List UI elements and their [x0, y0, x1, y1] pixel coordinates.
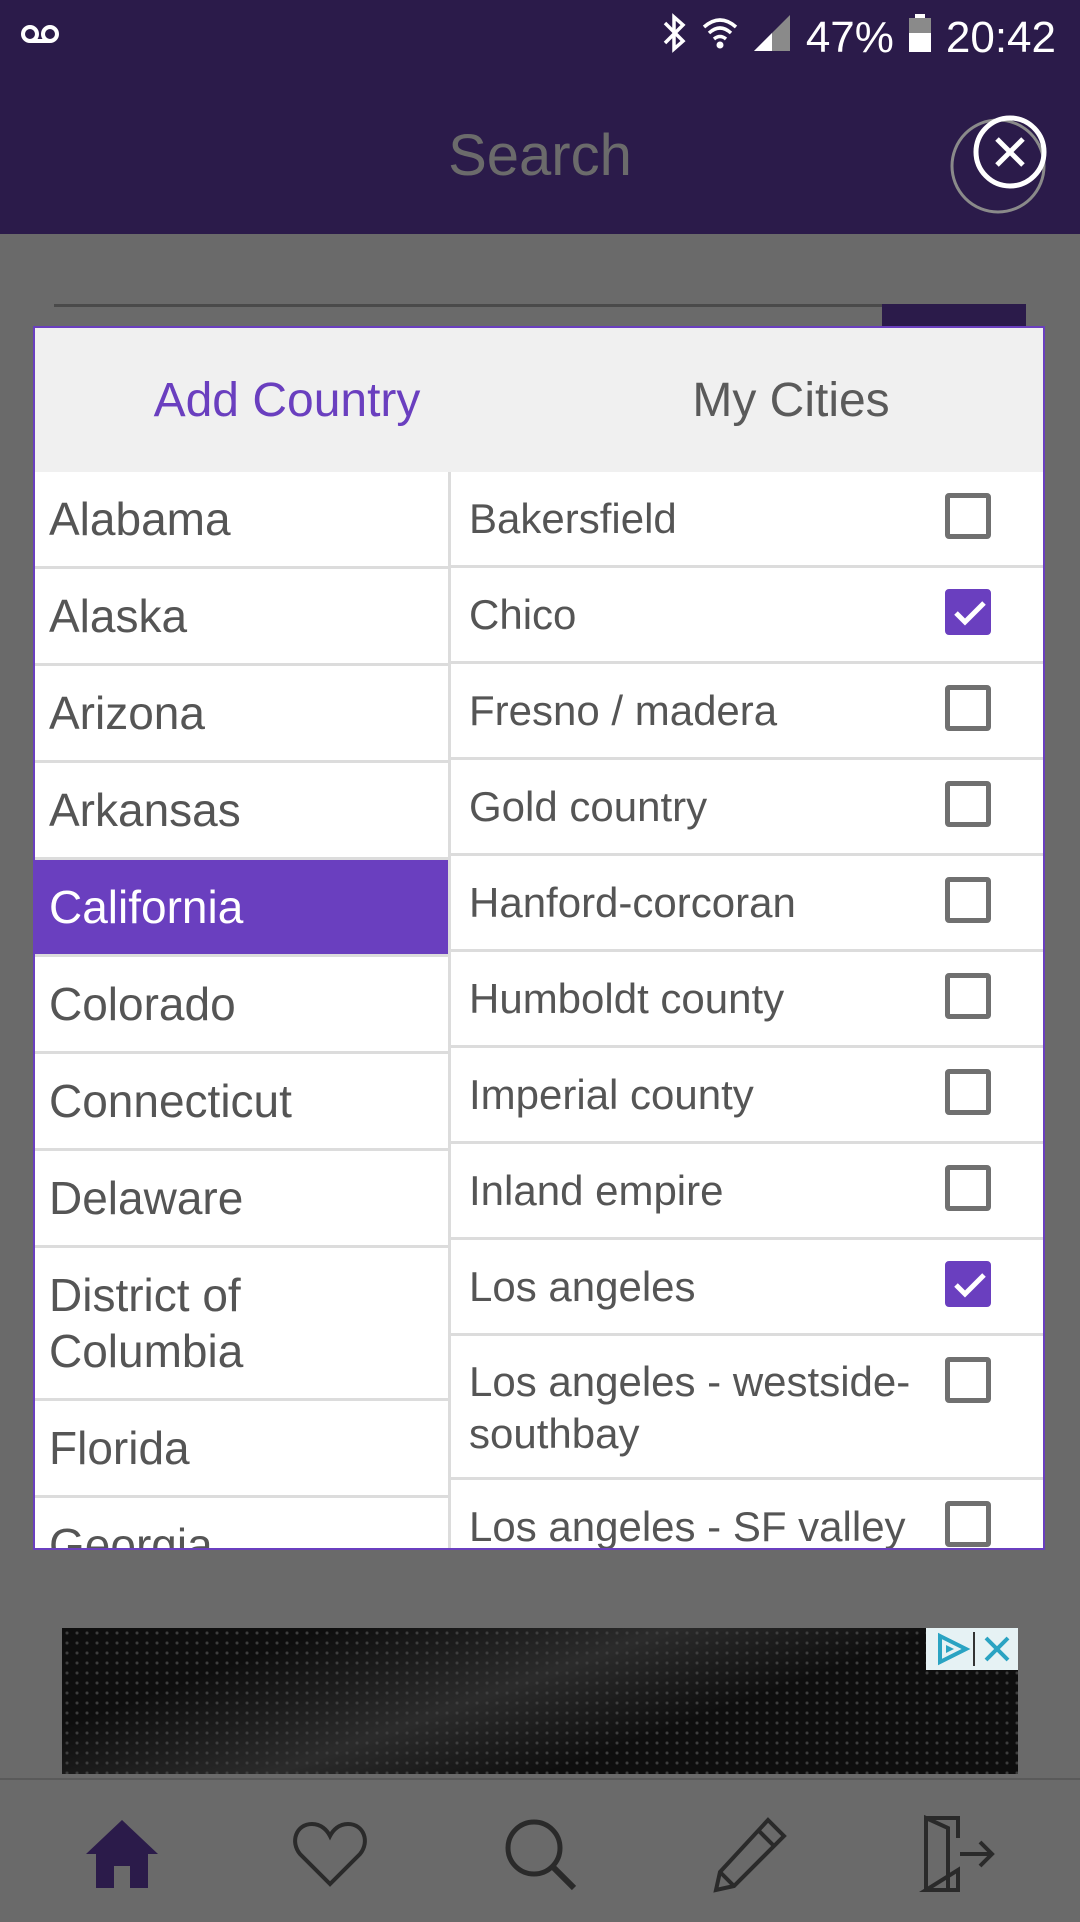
- home-icon[interactable]: [82, 1814, 162, 1894]
- city-label: Bakersfield: [469, 494, 677, 542]
- city-checkbox[interactable]: [945, 781, 991, 827]
- ad-choices-badge[interactable]: [926, 1628, 1018, 1670]
- city-item[interactable]: Chico: [451, 568, 1043, 664]
- wifi-icon: [702, 13, 738, 64]
- state-item-delaware[interactable]: Delaware: [35, 1151, 448, 1248]
- battery-percent: 47%: [805, 13, 894, 62]
- city-label: Inland empire: [469, 1166, 724, 1214]
- checkmark-icon: [954, 1273, 986, 1298]
- city-item[interactable]: Fresno / madera: [451, 664, 1043, 760]
- battery-icon: [908, 13, 932, 64]
- tab-my-cities[interactable]: My Cities: [539, 328, 1043, 472]
- city-checkbox[interactable]: [945, 1501, 991, 1547]
- close-button[interactable]: [948, 104, 1058, 214]
- state-item-alaska[interactable]: Alaska: [35, 569, 448, 666]
- signal-icon: [752, 13, 792, 64]
- city-checkbox[interactable]: [945, 685, 991, 731]
- state-item-arkansas[interactable]: Arkansas: [35, 763, 448, 860]
- close-circle-icon: [950, 115, 1047, 214]
- status-bar: 47% 20:42: [0, 0, 1080, 74]
- page-title: Search: [448, 123, 632, 188]
- state-label: District of Columbia: [49, 1269, 244, 1377]
- city-item[interactable]: Gold country: [451, 760, 1043, 856]
- city-checkbox[interactable]: [945, 1165, 991, 1211]
- clock: 20:42: [945, 13, 1056, 62]
- city-label: Gold country: [469, 782, 708, 830]
- city-checkbox[interactable]: [945, 1069, 991, 1115]
- heart-icon[interactable]: [290, 1814, 370, 1894]
- search-icon[interactable]: [500, 1814, 580, 1894]
- city-label: Hanford-corcoran: [469, 878, 796, 926]
- state-item-california[interactable]: California: [35, 860, 448, 957]
- city-item[interactable]: Los angeles - westside-southbay: [451, 1336, 1043, 1480]
- city-label: Los angeles - westside-southbay: [469, 1358, 911, 1457]
- dialog-tabs: Add Country My Cities: [35, 328, 1043, 472]
- voicemail-icon: [20, 22, 60, 50]
- app-header: Search: [0, 74, 1080, 234]
- city-item[interactable]: Los angeles - SF valley: [451, 1480, 1043, 1548]
- state-item-arizona[interactable]: Arizona: [35, 666, 448, 763]
- state-item-connecticut[interactable]: Connecticut: [35, 1054, 448, 1151]
- state-list[interactable]: Alabama Alaska Arizona Arkansas Californ…: [35, 472, 451, 1548]
- ad-image: [62, 1628, 1018, 1774]
- city-checkbox[interactable]: [945, 589, 991, 635]
- city-item[interactable]: Hanford-corcoran: [451, 856, 1043, 952]
- adchoices-icon: [938, 1632, 971, 1666]
- tab-add-country[interactable]: Add Country: [35, 328, 539, 472]
- city-list[interactable]: Bakersfield Chico Fresno / madera Gold c…: [451, 472, 1043, 1548]
- city-label: Chico: [469, 590, 577, 638]
- city-label: Imperial county: [469, 1070, 754, 1118]
- logout-icon[interactable]: [918, 1814, 998, 1894]
- bluetooth-icon: [662, 12, 688, 64]
- city-item[interactable]: Humboldt county: [451, 952, 1043, 1048]
- state-item-colorado[interactable]: Colorado: [35, 957, 448, 1054]
- city-item[interactable]: Los angeles: [451, 1240, 1043, 1336]
- city-checkbox[interactable]: [945, 973, 991, 1019]
- city-item[interactable]: Inland empire: [451, 1144, 1043, 1240]
- bottom-navigation: [0, 1778, 1080, 1922]
- pencil-icon[interactable]: [710, 1814, 790, 1894]
- city-checkbox[interactable]: [945, 1261, 991, 1307]
- state-item-georgia[interactable]: Georgia: [35, 1498, 448, 1548]
- state-item-district-of-columbia[interactable]: District of Columbia: [35, 1248, 448, 1401]
- city-checkbox[interactable]: [945, 1357, 991, 1403]
- city-checkbox[interactable]: [945, 877, 991, 923]
- checkmark-icon: [954, 601, 986, 626]
- ad-banner[interactable]: [62, 1628, 1018, 1774]
- city-label: Fresno / madera: [469, 686, 778, 734]
- city-item[interactable]: Bakersfield: [451, 472, 1043, 568]
- city-label: Los angeles - SF valley: [469, 1502, 906, 1549]
- city-checkbox[interactable]: [945, 493, 991, 539]
- city-item[interactable]: Imperial county: [451, 1048, 1043, 1144]
- location-dialog: Add Country My Cities Alabama Alaska Ari…: [33, 326, 1045, 1550]
- state-item-alabama[interactable]: Alabama: [35, 472, 448, 569]
- state-item-florida[interactable]: Florida: [35, 1401, 448, 1498]
- city-label: Los angeles: [469, 1262, 696, 1310]
- ad-close-icon[interactable]: [984, 1636, 1010, 1662]
- city-label: Humboldt county: [469, 974, 785, 1022]
